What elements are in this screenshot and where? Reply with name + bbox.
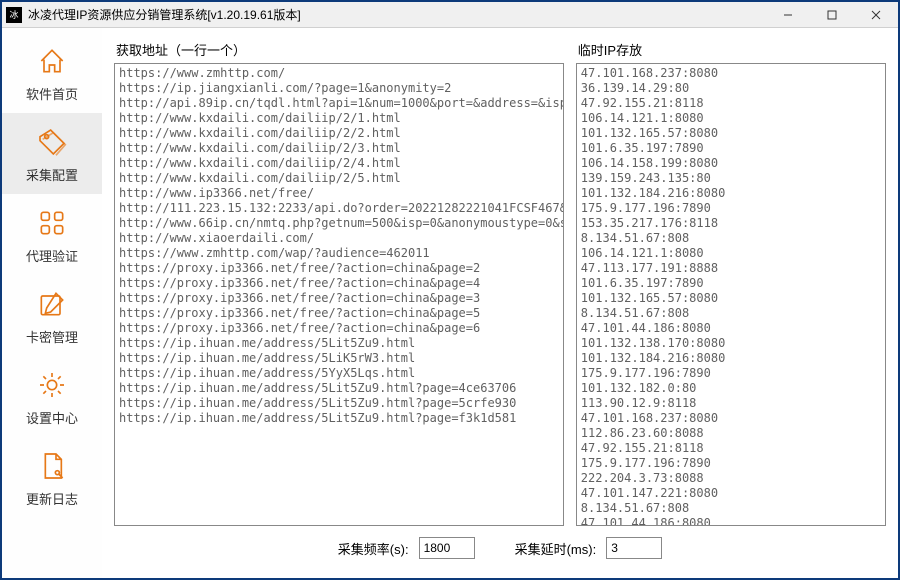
ips-label: 临时IP存放: [576, 40, 886, 59]
doc-icon: [35, 449, 69, 483]
gear-icon: [35, 368, 69, 402]
tag-icon: [35, 125, 69, 159]
sidebar-item-label: 代理验证: [26, 246, 78, 265]
main-panel: 获取地址（一行一个） 临时IP存放 采集频率(s): 采集延时(ms):: [102, 28, 898, 578]
maximize-button[interactable]: [810, 2, 854, 28]
sidebar-item-label: 采集配置: [26, 165, 78, 184]
ips-textarea[interactable]: [576, 63, 886, 526]
freq-label: 采集频率(s):: [338, 539, 409, 558]
window-title: 冰凌代理IP资源供应分销管理系统[v1.20.19.61版本]: [28, 6, 766, 23]
minimize-icon: [783, 10, 793, 20]
sidebar: 软件首页 采集配置 代理验证 卡密管理 设置中心: [2, 28, 102, 578]
maximize-icon: [827, 10, 837, 20]
delay-label: 采集延时(ms):: [515, 539, 597, 558]
sidebar-item-verify[interactable]: 代理验证: [2, 194, 102, 275]
sidebar-item-settings[interactable]: 设置中心: [2, 356, 102, 437]
sidebar-item-collect[interactable]: 采集配置: [2, 113, 102, 194]
sidebar-item-card[interactable]: 卡密管理: [2, 275, 102, 356]
sidebar-item-changelog[interactable]: 更新日志: [2, 437, 102, 518]
sidebar-item-label: 卡密管理: [26, 327, 78, 346]
freq-input[interactable]: [419, 537, 475, 559]
urls-textarea[interactable]: [114, 63, 564, 526]
close-icon: [871, 10, 881, 20]
delay-input[interactable]: [606, 537, 662, 559]
urls-label: 获取地址（一行一个）: [114, 40, 564, 59]
close-button[interactable]: [854, 2, 898, 28]
titlebar: 冰 冰凌代理IP资源供应分销管理系统[v1.20.19.61版本]: [2, 2, 898, 28]
sidebar-item-label: 软件首页: [26, 84, 78, 103]
sidebar-item-label: 更新日志: [26, 489, 78, 508]
edit-icon: [35, 287, 69, 321]
minimize-button[interactable]: [766, 2, 810, 28]
app-icon: 冰: [6, 7, 22, 23]
bottom-controls: 采集频率(s): 采集延时(ms):: [114, 526, 886, 570]
sidebar-item-label: 设置中心: [26, 408, 78, 427]
home-icon: [35, 44, 69, 78]
grid-icon: [35, 206, 69, 240]
sidebar-item-home[interactable]: 软件首页: [2, 32, 102, 113]
